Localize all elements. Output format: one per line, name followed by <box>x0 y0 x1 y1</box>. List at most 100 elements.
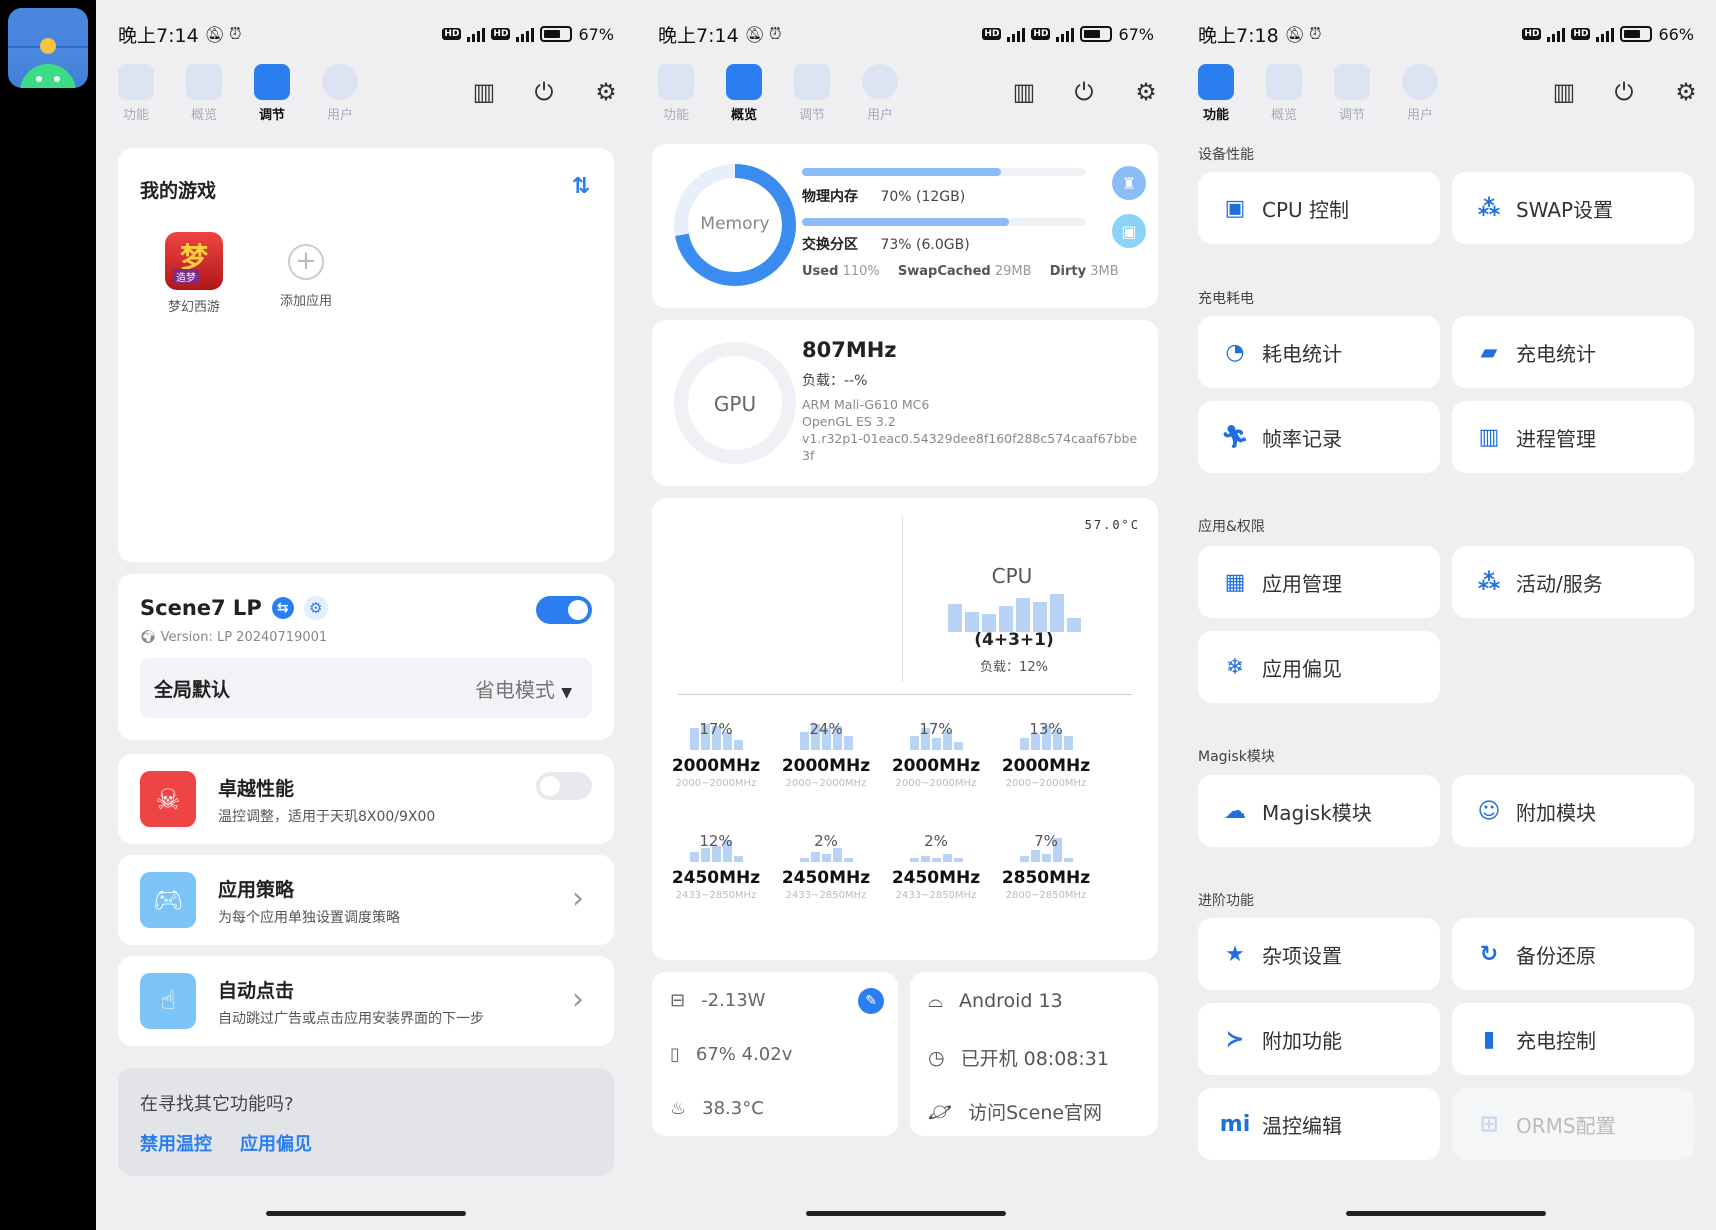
memory-card: Memory 物理内存 70% (12GB) 交换分区 73% (6.0GB) … <box>652 144 1158 308</box>
game-app[interactable]: 梦 造梦 梦幻西游 <box>158 232 230 315</box>
charge-control-tile[interactable]: ▮ 充电控制 <box>1452 1003 1694 1075</box>
tab-overview[interactable]: 概览 <box>174 60 234 123</box>
pencil-icon: ✎ <box>865 993 877 1009</box>
cpu-core-freq: 2450MHz <box>781 868 871 888</box>
cpu-core-bar <box>909 858 919 862</box>
settings-button[interactable]: ⚙ <box>588 74 624 110</box>
swap-value: 73% (6.0GB) <box>880 237 970 253</box>
home-indicator[interactable] <box>1346 1211 1546 1216</box>
gear-icon[interactable]: ⚙ <box>303 596 328 620</box>
sort-icon[interactable]: ⇅ <box>572 174 590 199</box>
settings-button[interactable]: ⚙ <box>1128 74 1164 110</box>
tab-user[interactable]: 用户 <box>310 60 370 123</box>
stats-button[interactable]: ▥ <box>1006 74 1042 110</box>
mode-selector[interactable]: 全局默认 省电模式 ▼ <box>140 658 592 718</box>
top-tabs: 功能 概览 调节 用户 ▥ ⏻ ⚙ <box>106 60 626 124</box>
charge-stats-tile[interactable]: ▰ 充电统计 <box>1452 316 1694 388</box>
star-icon: ★ <box>1225 941 1245 967</box>
dirty-label: Dirty <box>1049 264 1087 279</box>
clean-memory-button[interactable]: ♜ <box>1112 166 1146 200</box>
cpu-core-freq: 2000MHz <box>1001 756 1091 776</box>
activity-service-tile[interactable]: ⁂ 活动/服务 <box>1452 546 1694 618</box>
tab-overview[interactable]: 概览 <box>714 60 774 123</box>
home-indicator[interactable] <box>806 1211 1006 1216</box>
gpu-load: 负载：--% <box>802 373 868 389</box>
bar-chart-icon: ▥ <box>1478 424 1500 450</box>
cpu-core-load: 13% <box>1029 720 1063 738</box>
swap-settings-tile[interactable]: ⁂ SWAP设置 <box>1452 172 1694 244</box>
gpu-card: GPU 807MHz 负载：--% ARM Mali-G610 MC6 Open… <box>652 320 1158 486</box>
performance-toggle[interactable] <box>536 772 592 800</box>
stats-button[interactable]: ▥ <box>1546 74 1582 110</box>
cpu-load: 负载：12% <box>980 660 1048 675</box>
battery-card: ⊟ -2.13W ✎ ▯ 67% 4.02v ♨ 38.3°C <box>652 972 898 1136</box>
edit-button[interactable]: ✎ <box>858 988 884 1014</box>
android-version: Android 13 <box>959 990 1063 1012</box>
app-bias-link[interactable]: 应用偏见 <box>240 1130 312 1156</box>
list-item-desc: 温控调整，适用于天玑8X00/9X00 <box>218 809 436 825</box>
cpu-core-range: 2000~2000MHz <box>675 778 757 789</box>
grid-icon <box>118 64 154 100</box>
add-app[interactable]: + 添加应用 <box>270 232 342 309</box>
addon-module-tile[interactable]: ☺ 附加模块 <box>1452 775 1694 847</box>
settings-button[interactable]: ⚙ <box>1668 74 1704 110</box>
hd-icon: HD <box>982 28 1002 40</box>
power-button[interactable]: ⏻ <box>1606 74 1642 110</box>
scene-app-icon[interactable] <box>8 8 88 88</box>
list-item-desc: 为每个应用单独设置调度策略 <box>218 910 400 926</box>
extra-functions-tile[interactable]: ≻ 附加功能 <box>1198 1003 1440 1075</box>
swap-label: 交换分区 <box>802 237 858 253</box>
power-button[interactable]: ⏻ <box>1066 74 1102 110</box>
power-button[interactable]: ⏻ <box>526 74 562 110</box>
cpu-control-tile[interactable]: ▣ CPU 控制 <box>1198 172 1440 244</box>
app-manager-tile[interactable]: ▦ 应用管理 <box>1198 546 1440 618</box>
tab-functions[interactable]: 功能 <box>1186 60 1246 123</box>
cpu-core: 13% 2000MHz 2000~2000MHz <box>996 720 1096 789</box>
orms-config-tile[interactable]: ⊞ ORMS配置 <box>1452 1088 1694 1160</box>
list-item[interactable]: 🎮︎ 应用策略 为每个应用单独设置调度策略 › <box>118 855 614 945</box>
power-icon: ⏻ <box>1074 78 1094 106</box>
cpu-core-load: 2% <box>924 832 948 850</box>
cloud-download-icon: ☁ <box>1224 798 1246 824</box>
sync-icon[interactable]: ⇆ <box>271 597 294 619</box>
list-item[interactable]: ☠ 卓越性能 温控调整，适用于天玑8X00/9X00 <box>118 754 614 844</box>
mute-icon: 🔕︎ <box>744 24 765 44</box>
compress-memory-button[interactable]: ▣ <box>1112 214 1146 248</box>
gear-icon <box>40 38 56 54</box>
my-games-card: 我的游戏 ⇅ 梦 造梦 梦幻西游 + 添加应用 <box>118 148 614 562</box>
gear-icon: ⚙ <box>1675 78 1697 106</box>
app-bias-tile[interactable]: ❄ 应用偏见 <box>1198 631 1440 703</box>
cpu-core-load: 12% <box>699 832 733 850</box>
signal-icon <box>1547 26 1566 42</box>
tab-functions[interactable]: 功能 <box>646 60 706 123</box>
stats-button[interactable]: ▥ <box>466 74 502 110</box>
magisk-module-tile[interactable]: ☁ Magisk模块 <box>1198 775 1440 847</box>
thermal-edit-tile[interactable]: mi 温控编辑 <box>1198 1088 1440 1160</box>
process-manager-tile[interactable]: ▥ 进程管理 <box>1452 401 1694 473</box>
alarm-icon: ⏰︎ <box>768 24 782 43</box>
backup-restore-tile[interactable]: ↻ 备份还原 <box>1452 918 1694 990</box>
tab-adjust[interactable]: 调节 <box>782 60 842 123</box>
mask-icon: ☺ <box>1477 798 1501 824</box>
physical-label: 物理内存 <box>802 189 858 205</box>
tab-functions[interactable]: 功能 <box>106 60 166 123</box>
power-stats-tile[interactable]: ◔ 耗电统计 <box>1198 316 1440 388</box>
gpu-ring-label: GPU <box>713 392 757 416</box>
misc-settings-tile[interactable]: ★ 杂项设置 <box>1198 918 1440 990</box>
tab-user[interactable]: 用户 <box>1390 60 1450 123</box>
scene-toggle[interactable] <box>536 596 592 624</box>
visit-site-label: 访问Scene官网 <box>968 1102 1103 1124</box>
tab-user[interactable]: 用户 <box>850 60 910 123</box>
grid-icon <box>1198 64 1234 100</box>
tab-overview[interactable]: 概览 <box>1254 60 1314 123</box>
visit-site-link[interactable]: 🪐︎ 访问Scene官网 <box>928 1098 1102 1125</box>
list-item[interactable]: ☝ 自动点击 自动跳过广告或点击应用安装界面的下一步 › <box>118 956 614 1046</box>
mute-icon: 🔕︎ <box>1284 24 1305 44</box>
tab-adjust[interactable]: 调节 <box>1322 60 1382 123</box>
home-indicator[interactable] <box>266 1211 466 1216</box>
cpu-core-bar <box>700 848 710 862</box>
fps-record-tile[interactable]: 🏃︎ 帧率记录 <box>1198 401 1440 473</box>
flame-icon: ♨ <box>670 1098 687 1119</box>
disable-thermal-link[interactable]: 禁用温控 <box>140 1130 212 1156</box>
tab-adjust[interactable]: 调节 <box>242 60 302 123</box>
